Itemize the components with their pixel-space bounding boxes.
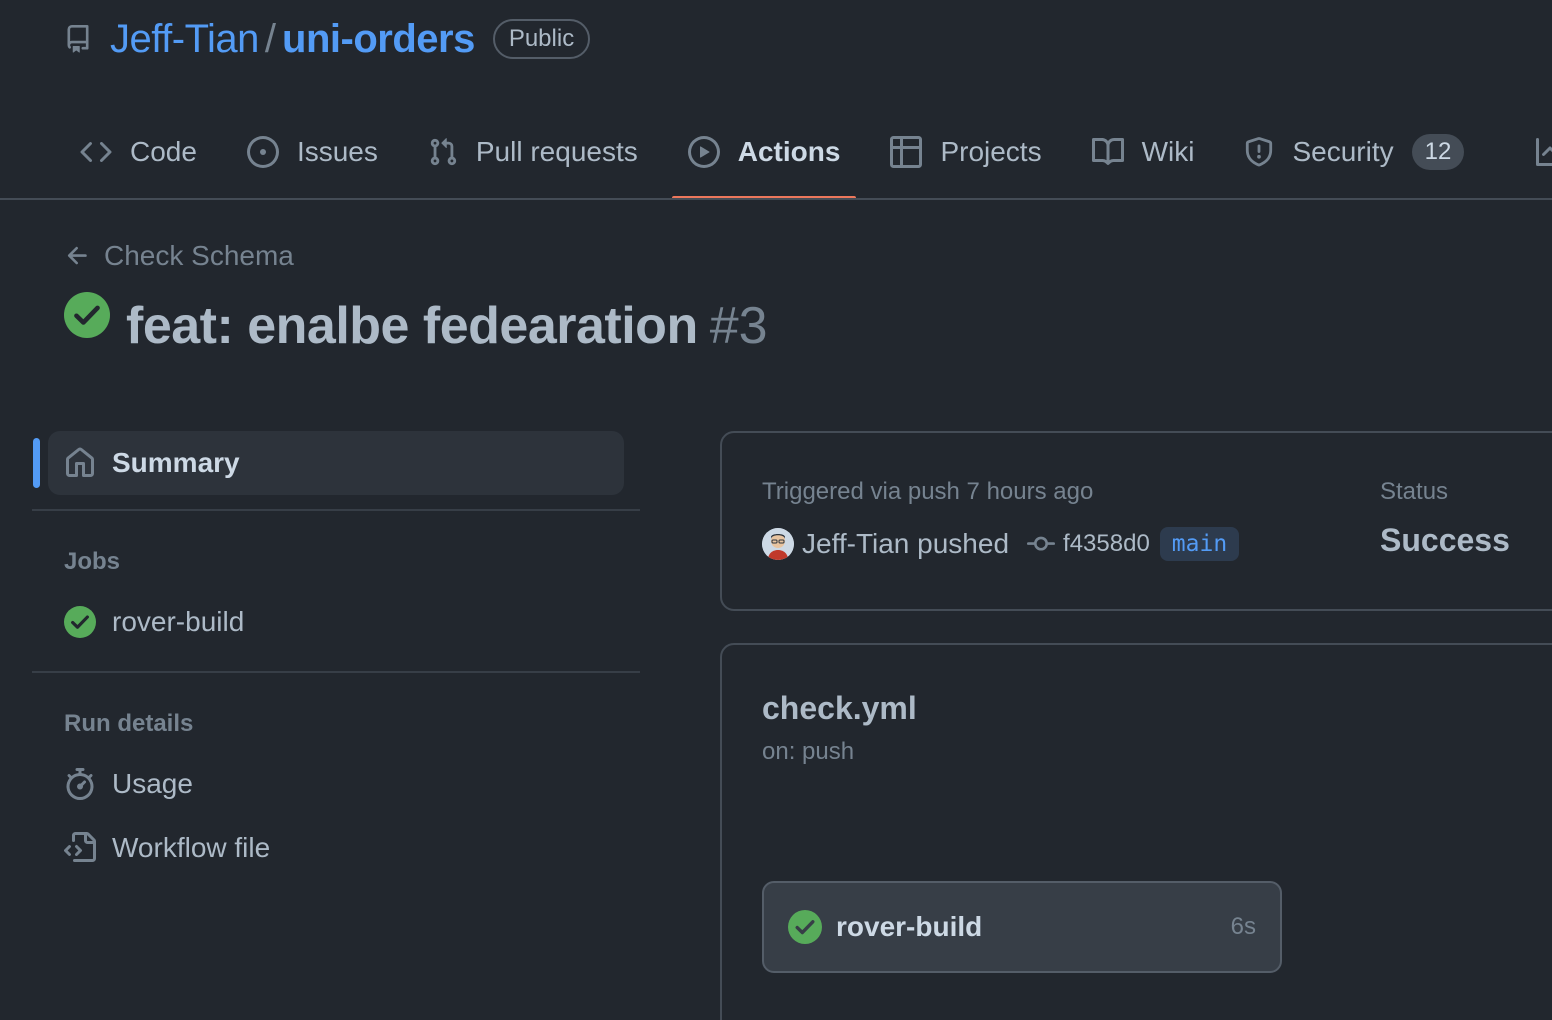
commit-sha-link[interactable]: f4358d0	[1063, 530, 1150, 558]
git-commit-icon	[1027, 536, 1056, 551]
sidebar-item-workflow-file[interactable]: Workflow file	[64, 832, 270, 864]
nav-divider	[0, 198, 1552, 200]
tab-wiki[interactable]: Wiki	[1076, 104, 1211, 200]
sidebar-divider	[32, 671, 640, 673]
tab-code-label: Code	[130, 136, 197, 167]
sidebar-job-label: rover-build	[112, 606, 245, 637]
tab-pull-requests-label: Pull requests	[475, 136, 638, 167]
status-value: Success	[1380, 522, 1510, 558]
avatar[interactable]	[762, 528, 794, 560]
table-icon	[890, 136, 923, 168]
check-circle-fill-icon	[64, 292, 110, 338]
run-number: #3	[709, 297, 768, 355]
jobs-heading: Jobs	[64, 548, 121, 575]
play-icon	[687, 136, 720, 168]
more-nav-icon[interactable]	[1536, 136, 1552, 173]
repo-nav: Code Issues Pull requests Actions Projec…	[64, 104, 1498, 200]
tab-security[interactable]: Security 12	[1228, 104, 1480, 200]
sidebar-item-summary-label: Summary	[112, 447, 240, 478]
run-title-row: feat: enalbe fedearation #3	[64, 290, 768, 362]
security-counter: 12	[1411, 134, 1465, 170]
workflow-trigger: on: push	[762, 738, 855, 765]
shield-icon	[1246, 137, 1273, 167]
tab-actions[interactable]: Actions	[671, 104, 857, 200]
workflow-file-name: check.yml	[762, 690, 917, 726]
stopwatch-icon	[66, 768, 94, 800]
sidebar-item-job-rover-build[interactable]: rover-build	[64, 606, 244, 638]
actor-text: Jeff-Tian pushed	[802, 528, 1010, 559]
job-name: rover-build	[836, 911, 983, 942]
home-icon	[66, 447, 94, 477]
repo-icon	[64, 23, 96, 55]
job-duration: 6s	[1230, 913, 1256, 940]
sidebar-usage-label: Usage	[112, 768, 193, 799]
sidebar-active-indicator	[33, 438, 40, 488]
check-circle-fill-icon	[788, 910, 822, 944]
repo-owner-link[interactable]: Jeff-Tian	[110, 17, 259, 62]
job-node-rover-build[interactable]: rover-build 6s	[762, 881, 1282, 973]
git-pull-request-icon	[430, 138, 457, 166]
actor-row: Jeff-Tian pushed f4358d0 main	[762, 524, 1240, 564]
book-icon	[1091, 137, 1124, 165]
visibility-badge: Public	[492, 19, 591, 59]
file-code-icon	[64, 832, 96, 862]
sidebar-divider	[32, 509, 640, 511]
run-summary-card	[720, 431, 1552, 611]
tab-projects-label: Projects	[940, 136, 1042, 167]
tab-code[interactable]: Code	[64, 104, 213, 200]
status-label: Status	[1380, 478, 1449, 505]
run-title: feat: enalbe fedearation	[126, 297, 698, 355]
repo-name-link[interactable]: uni-orders	[282, 17, 475, 62]
arrow-left-icon	[67, 246, 87, 265]
repo-header: Jeff-Tian / uni-orders Public	[64, 14, 591, 64]
back-link-label: Check Schema	[104, 240, 294, 271]
trigger-text: Triggered via push 7 hours ago	[762, 478, 1094, 505]
tab-pull-requests[interactable]: Pull requests	[412, 104, 654, 200]
sidebar-item-usage[interactable]: Usage	[64, 768, 193, 800]
tab-security-label: Security	[1292, 136, 1394, 167]
tab-projects[interactable]: Projects	[874, 104, 1057, 200]
sidebar-workflow-file-label: Workflow file	[112, 832, 271, 863]
back-to-workflow-link[interactable]: Check Schema	[64, 240, 294, 272]
check-circle-fill-icon	[64, 606, 96, 638]
run-details-heading: Run details	[64, 710, 194, 737]
issue-opened-icon	[246, 136, 279, 168]
tab-issues-label: Issues	[296, 136, 378, 167]
sidebar-item-summary[interactable]: Summary	[48, 431, 624, 495]
code-icon	[80, 141, 112, 163]
tab-wiki-label: Wiki	[1141, 136, 1195, 167]
repo-separator: /	[264, 16, 277, 61]
tab-actions-label: Actions	[737, 136, 841, 167]
tab-issues[interactable]: Issues	[231, 104, 394, 200]
branch-label[interactable]: main	[1159, 527, 1240, 561]
